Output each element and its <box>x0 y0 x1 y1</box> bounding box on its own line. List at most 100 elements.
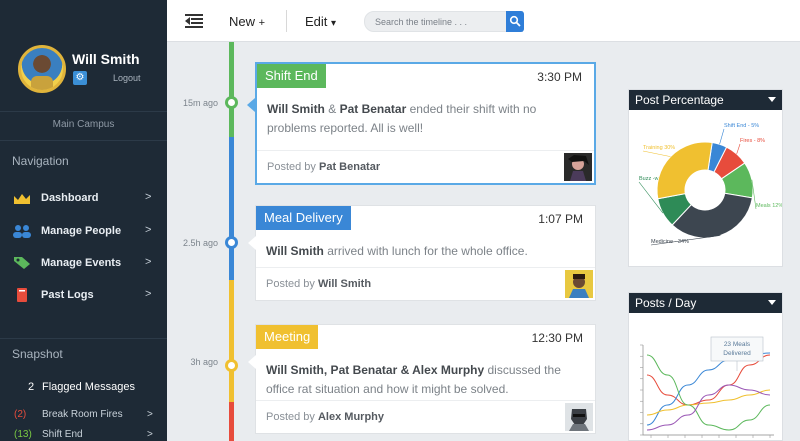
posted-by: Posted by Alex Murphy <box>266 411 384 423</box>
flagged-count-badge: 2 <box>27 381 35 393</box>
snapshot-section-title: Snapshot <box>12 347 63 361</box>
timeline-segment-red <box>229 402 234 441</box>
timeline-segment-blue <box>229 137 234 280</box>
event-time: 3:30 PM <box>537 70 582 84</box>
campus-selector[interactable]: Main Campus <box>0 119 167 130</box>
divider <box>0 111 167 112</box>
event-tag: Meal Delivery <box>256 206 351 230</box>
people-icon <box>13 224 31 238</box>
time-ago-label: 15m ago <box>182 98 218 108</box>
chart-annotation: 23 Meals <box>724 341 751 348</box>
author-avatar[interactable] <box>565 270 593 298</box>
event-description: Will Smith arrived with lunch for the wh… <box>266 242 586 261</box>
logout-link[interactable]: Logout <box>113 73 141 83</box>
snapshot-item-shift-end[interactable]: (13) Shift End > <box>14 429 164 441</box>
sidebar-item-label: Manage People <box>41 225 122 237</box>
timeline-card[interactable]: Shift End 3:30 PM Will Smith & Pat Benat… <box>247 62 596 185</box>
timeline-segment-green <box>229 42 234 137</box>
snapshot-item-break-room-fires[interactable]: (2) Break Room Fires > <box>14 409 164 423</box>
widget-header: Posts / Day <box>629 293 782 313</box>
search-input[interactable]: Search the timeline . . . <box>364 11 523 32</box>
event-tag: Shift End <box>257 64 326 88</box>
snapshot-label: Shift End <box>42 429 83 440</box>
card-pointer <box>248 355 256 369</box>
caret-down-icon[interactable] <box>768 97 776 102</box>
top-toolbar: New + Edit ▾ Search the timeline . . . <box>167 0 800 42</box>
posted-by: Posted by Pat Benatar <box>267 161 380 173</box>
search-icon <box>509 15 521 27</box>
timeline-card[interactable]: Meeting 12:30 PM Will Smith, Pat Benatar… <box>248 324 596 434</box>
card-pointer <box>247 98 255 112</box>
book-icon <box>13 288 31 302</box>
card-footer: Posted by Will Smith <box>256 267 595 300</box>
sidebar-item-manage-events[interactable]: Manage Events > <box>0 252 167 276</box>
body-person: Will Smith <box>266 244 324 258</box>
pie-slice-label: Medicine - 34% <box>651 239 689 245</box>
posted-by: Posted by Will Smith <box>266 278 371 290</box>
pie-leader-line <box>642 150 671 157</box>
menu-toggle-icon[interactable] <box>185 14 203 28</box>
body-person: Will Smith, Pat Benatar & Alex Murphy <box>266 363 485 377</box>
caret-down-icon: ▾ <box>331 18 337 29</box>
user-profile: Will Smith ⚙ Logout <box>18 45 158 95</box>
timeline-dot <box>225 236 238 249</box>
sidebar-item-label: Manage Events <box>41 257 122 269</box>
chevron-right-icon: > <box>147 429 153 440</box>
series-line <box>646 354 771 406</box>
posts-per-day-widget: Posts / Day 23 Meals Delivered <box>628 292 783 441</box>
chevron-right-icon: > <box>145 224 152 236</box>
gear-icon[interactable]: ⚙ <box>73 71 87 85</box>
chevron-right-icon: > <box>147 409 153 420</box>
author-avatar[interactable] <box>565 403 593 431</box>
sidebar-item-dashboard[interactable]: Dashboard > <box>0 187 167 211</box>
snapshot-label: Break Room Fires <box>42 409 123 420</box>
edit-dropdown[interactable]: Edit ▾ <box>305 14 336 29</box>
body-person: Pat Benatar <box>339 102 407 116</box>
timeline-dot <box>225 96 238 109</box>
caret-down-icon[interactable] <box>768 300 776 305</box>
chevron-right-icon: > <box>145 191 152 203</box>
posted-author[interactable]: Alex Murphy <box>318 411 384 423</box>
widget-header: Post Percentage <box>629 90 782 110</box>
new-button[interactable]: New + <box>229 14 265 29</box>
chart-annotation: Delivered <box>723 350 751 357</box>
series-line <box>646 384 771 431</box>
series-line <box>646 354 771 431</box>
card-footer: Posted by Pat Benatar <box>257 150 594 183</box>
timeline-card[interactable]: Meal Delivery 1:07 PM Will Smith arrived… <box>248 205 596 301</box>
user-name: Will Smith <box>72 51 140 67</box>
pie-slice-label: Shift End - 5% <box>724 123 759 129</box>
chevron-right-icon: > <box>145 288 152 300</box>
author-avatar[interactable] <box>564 153 592 181</box>
sidebar: Will Smith ⚙ Logout Main Campus Navigati… <box>0 0 167 441</box>
body-person: Will Smith <box>267 102 325 116</box>
posted-prefix: Posted by <box>266 278 315 290</box>
nav-section-title: Navigation <box>12 154 69 168</box>
pie-leader-line <box>719 128 725 145</box>
event-description: Will Smith, Pat Benatar & Alex Murphy di… <box>266 361 586 399</box>
user-avatar[interactable] <box>18 45 66 93</box>
sidebar-item-label: Past Logs <box>41 289 94 301</box>
search-button[interactable] <box>506 11 524 32</box>
divider <box>0 140 167 141</box>
timeline-segment-yellow <box>229 280 234 402</box>
dashboard-icon <box>13 191 31 205</box>
post-percentage-chart: Shift End - 5% Fires - 8% Meals 12% Medicin… <box>638 123 782 246</box>
tag-icon <box>13 256 31 270</box>
snapshot-count: (2) <box>14 409 27 420</box>
sidebar-item-manage-people[interactable]: Manage People > <box>0 220 167 244</box>
plus-icon: + <box>258 17 266 29</box>
timeline-dot <box>225 359 238 372</box>
body-text: & <box>324 102 340 116</box>
posted-author[interactable]: Will Smith <box>318 278 371 290</box>
posted-author[interactable]: Pat Benatar <box>319 161 380 173</box>
widget-title: Posts / Day <box>635 296 697 310</box>
series-line <box>646 352 771 426</box>
flagged-label: Flagged Messages <box>42 381 135 393</box>
sidebar-item-past-logs[interactable]: Past Logs > <box>0 284 167 308</box>
pie-slice-label: Training 30% <box>643 145 675 151</box>
new-label: New <box>229 14 256 29</box>
card-pointer <box>248 236 256 250</box>
event-time: 12:30 PM <box>531 331 583 345</box>
pie-slice-label: Meals 12% <box>756 203 782 209</box>
